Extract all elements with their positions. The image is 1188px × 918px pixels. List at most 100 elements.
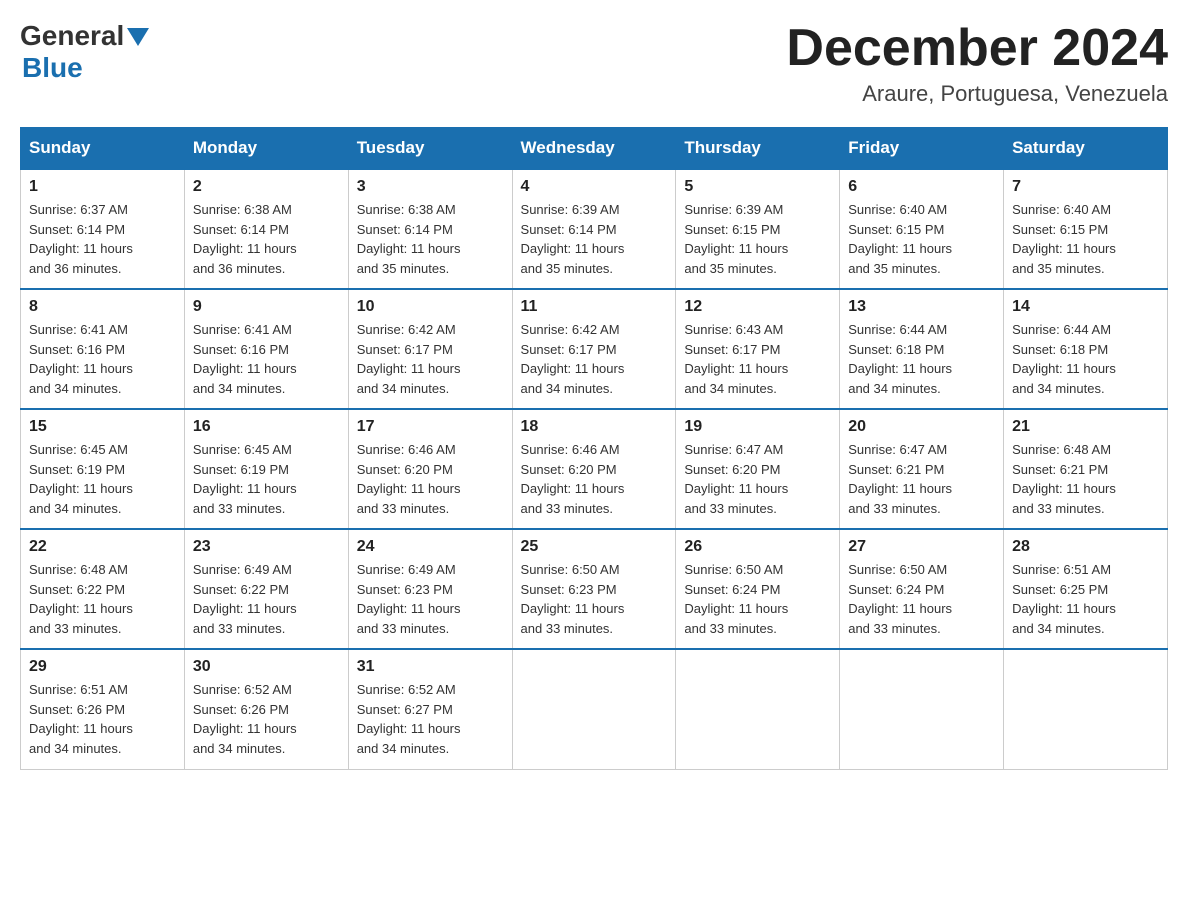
calendar-cell: 20 Sunrise: 6:47 AM Sunset: 6:21 PM Dayl… xyxy=(840,409,1004,529)
calendar-cell: 29 Sunrise: 6:51 AM Sunset: 6:26 PM Dayl… xyxy=(21,649,185,769)
calendar-cell: 1 Sunrise: 6:37 AM Sunset: 6:14 PM Dayli… xyxy=(21,169,185,289)
day-number: 27 xyxy=(848,538,995,556)
day-number: 26 xyxy=(684,538,831,556)
day-info: Sunrise: 6:46 AM Sunset: 6:20 PM Dayligh… xyxy=(521,440,668,518)
calendar-week-2: 8 Sunrise: 6:41 AM Sunset: 6:16 PM Dayli… xyxy=(21,289,1168,409)
calendar-cell: 5 Sunrise: 6:39 AM Sunset: 6:15 PM Dayli… xyxy=(676,169,840,289)
calendar-cell: 13 Sunrise: 6:44 AM Sunset: 6:18 PM Dayl… xyxy=(840,289,1004,409)
calendar-cell xyxy=(676,649,840,769)
calendar-cell: 30 Sunrise: 6:52 AM Sunset: 6:26 PM Dayl… xyxy=(184,649,348,769)
day-number: 9 xyxy=(193,298,340,316)
day-number: 17 xyxy=(357,418,504,436)
day-number: 11 xyxy=(521,298,668,316)
day-info: Sunrise: 6:37 AM Sunset: 6:14 PM Dayligh… xyxy=(29,200,176,278)
calendar-cell: 18 Sunrise: 6:46 AM Sunset: 6:20 PM Dayl… xyxy=(512,409,676,529)
logo-general-text: General xyxy=(20,20,124,52)
calendar-cell: 11 Sunrise: 6:42 AM Sunset: 6:17 PM Dayl… xyxy=(512,289,676,409)
calendar-cell: 23 Sunrise: 6:49 AM Sunset: 6:22 PM Dayl… xyxy=(184,529,348,649)
calendar-cell: 15 Sunrise: 6:45 AM Sunset: 6:19 PM Dayl… xyxy=(21,409,185,529)
day-number: 16 xyxy=(193,418,340,436)
calendar-cell: 12 Sunrise: 6:43 AM Sunset: 6:17 PM Dayl… xyxy=(676,289,840,409)
day-info: Sunrise: 6:44 AM Sunset: 6:18 PM Dayligh… xyxy=(1012,320,1159,398)
day-number: 14 xyxy=(1012,298,1159,316)
day-info: Sunrise: 6:50 AM Sunset: 6:24 PM Dayligh… xyxy=(848,560,995,638)
day-number: 28 xyxy=(1012,538,1159,556)
day-info: Sunrise: 6:46 AM Sunset: 6:20 PM Dayligh… xyxy=(357,440,504,518)
day-info: Sunrise: 6:51 AM Sunset: 6:25 PM Dayligh… xyxy=(1012,560,1159,638)
title-section: December 2024 Araure, Portuguesa, Venezu… xyxy=(786,20,1168,107)
calendar-cell: 17 Sunrise: 6:46 AM Sunset: 6:20 PM Dayl… xyxy=(348,409,512,529)
day-info: Sunrise: 6:38 AM Sunset: 6:14 PM Dayligh… xyxy=(193,200,340,278)
day-info: Sunrise: 6:45 AM Sunset: 6:19 PM Dayligh… xyxy=(29,440,176,518)
weekday-header-thursday: Thursday xyxy=(676,128,840,170)
weekday-header-saturday: Saturday xyxy=(1004,128,1168,170)
calendar-body: 1 Sunrise: 6:37 AM Sunset: 6:14 PM Dayli… xyxy=(21,169,1168,769)
page-header: General Blue December 2024 Araure, Portu… xyxy=(20,20,1168,107)
calendar-cell: 16 Sunrise: 6:45 AM Sunset: 6:19 PM Dayl… xyxy=(184,409,348,529)
calendar-cell: 25 Sunrise: 6:50 AM Sunset: 6:23 PM Dayl… xyxy=(512,529,676,649)
day-number: 25 xyxy=(521,538,668,556)
calendar-cell: 3 Sunrise: 6:38 AM Sunset: 6:14 PM Dayli… xyxy=(348,169,512,289)
calendar-cell: 27 Sunrise: 6:50 AM Sunset: 6:24 PM Dayl… xyxy=(840,529,1004,649)
day-info: Sunrise: 6:40 AM Sunset: 6:15 PM Dayligh… xyxy=(1012,200,1159,278)
day-number: 30 xyxy=(193,658,340,676)
day-info: Sunrise: 6:45 AM Sunset: 6:19 PM Dayligh… xyxy=(193,440,340,518)
calendar-header: SundayMondayTuesdayWednesdayThursdayFrid… xyxy=(21,128,1168,170)
calendar-cell: 10 Sunrise: 6:42 AM Sunset: 6:17 PM Dayl… xyxy=(348,289,512,409)
day-info: Sunrise: 6:42 AM Sunset: 6:17 PM Dayligh… xyxy=(357,320,504,398)
day-info: Sunrise: 6:39 AM Sunset: 6:14 PM Dayligh… xyxy=(521,200,668,278)
weekday-header-sunday: Sunday xyxy=(21,128,185,170)
calendar-cell xyxy=(1004,649,1168,769)
day-number: 23 xyxy=(193,538,340,556)
logo-triangle-icon xyxy=(127,28,149,46)
calendar-cell xyxy=(840,649,1004,769)
day-info: Sunrise: 6:50 AM Sunset: 6:24 PM Dayligh… xyxy=(684,560,831,638)
day-number: 7 xyxy=(1012,178,1159,196)
day-number: 15 xyxy=(29,418,176,436)
day-info: Sunrise: 6:41 AM Sunset: 6:16 PM Dayligh… xyxy=(29,320,176,398)
calendar-cell: 21 Sunrise: 6:48 AM Sunset: 6:21 PM Dayl… xyxy=(1004,409,1168,529)
day-info: Sunrise: 6:42 AM Sunset: 6:17 PM Dayligh… xyxy=(521,320,668,398)
day-number: 4 xyxy=(521,178,668,196)
day-info: Sunrise: 6:47 AM Sunset: 6:21 PM Dayligh… xyxy=(848,440,995,518)
day-info: Sunrise: 6:48 AM Sunset: 6:22 PM Dayligh… xyxy=(29,560,176,638)
day-number: 21 xyxy=(1012,418,1159,436)
day-info: Sunrise: 6:49 AM Sunset: 6:22 PM Dayligh… xyxy=(193,560,340,638)
day-info: Sunrise: 6:49 AM Sunset: 6:23 PM Dayligh… xyxy=(357,560,504,638)
day-info: Sunrise: 6:48 AM Sunset: 6:21 PM Dayligh… xyxy=(1012,440,1159,518)
day-info: Sunrise: 6:41 AM Sunset: 6:16 PM Dayligh… xyxy=(193,320,340,398)
day-info: Sunrise: 6:50 AM Sunset: 6:23 PM Dayligh… xyxy=(521,560,668,638)
calendar-cell: 9 Sunrise: 6:41 AM Sunset: 6:16 PM Dayli… xyxy=(184,289,348,409)
weekday-header-monday: Monday xyxy=(184,128,348,170)
calendar-week-5: 29 Sunrise: 6:51 AM Sunset: 6:26 PM Dayl… xyxy=(21,649,1168,769)
day-number: 22 xyxy=(29,538,176,556)
weekday-header-row: SundayMondayTuesdayWednesdayThursdayFrid… xyxy=(21,128,1168,170)
logo-blue-text: Blue xyxy=(20,52,149,84)
day-number: 20 xyxy=(848,418,995,436)
day-number: 10 xyxy=(357,298,504,316)
day-number: 12 xyxy=(684,298,831,316)
location-text: Araure, Portuguesa, Venezuela xyxy=(786,81,1168,107)
calendar-cell: 28 Sunrise: 6:51 AM Sunset: 6:25 PM Dayl… xyxy=(1004,529,1168,649)
calendar-cell: 26 Sunrise: 6:50 AM Sunset: 6:24 PM Dayl… xyxy=(676,529,840,649)
day-info: Sunrise: 6:43 AM Sunset: 6:17 PM Dayligh… xyxy=(684,320,831,398)
day-number: 2 xyxy=(193,178,340,196)
calendar-cell: 19 Sunrise: 6:47 AM Sunset: 6:20 PM Dayl… xyxy=(676,409,840,529)
weekday-header-tuesday: Tuesday xyxy=(348,128,512,170)
calendar-cell: 24 Sunrise: 6:49 AM Sunset: 6:23 PM Dayl… xyxy=(348,529,512,649)
day-number: 13 xyxy=(848,298,995,316)
day-number: 6 xyxy=(848,178,995,196)
calendar-cell: 7 Sunrise: 6:40 AM Sunset: 6:15 PM Dayli… xyxy=(1004,169,1168,289)
month-title: December 2024 xyxy=(786,20,1168,77)
day-number: 18 xyxy=(521,418,668,436)
calendar-cell: 6 Sunrise: 6:40 AM Sunset: 6:15 PM Dayli… xyxy=(840,169,1004,289)
day-info: Sunrise: 6:44 AM Sunset: 6:18 PM Dayligh… xyxy=(848,320,995,398)
weekday-header-friday: Friday xyxy=(840,128,1004,170)
day-info: Sunrise: 6:52 AM Sunset: 6:27 PM Dayligh… xyxy=(357,680,504,758)
day-number: 24 xyxy=(357,538,504,556)
calendar-cell: 2 Sunrise: 6:38 AM Sunset: 6:14 PM Dayli… xyxy=(184,169,348,289)
day-info: Sunrise: 6:51 AM Sunset: 6:26 PM Dayligh… xyxy=(29,680,176,758)
calendar-cell: 8 Sunrise: 6:41 AM Sunset: 6:16 PM Dayli… xyxy=(21,289,185,409)
day-info: Sunrise: 6:40 AM Sunset: 6:15 PM Dayligh… xyxy=(848,200,995,278)
calendar-cell xyxy=(512,649,676,769)
